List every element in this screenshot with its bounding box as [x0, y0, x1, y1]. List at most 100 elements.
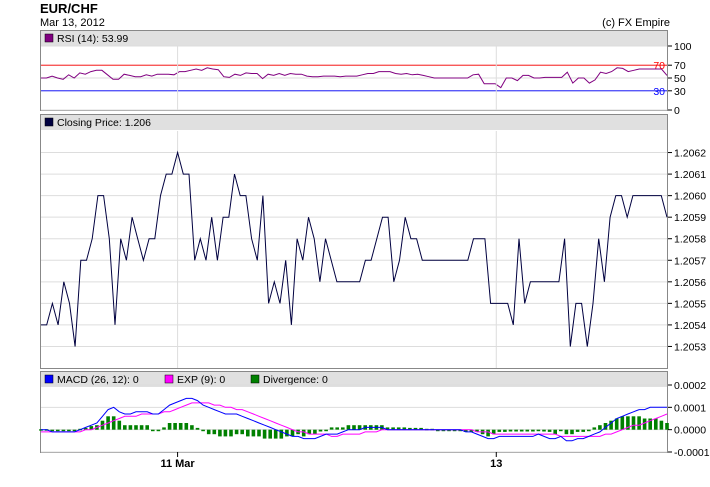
price-legend-swatch: [44, 117, 54, 127]
divergence-bar: [575, 429, 580, 432]
divergence-bar: [56, 429, 60, 432]
rsi-tick-label: 100: [674, 41, 692, 53]
divergence-bar: [631, 416, 636, 430]
divergence-bar: [173, 423, 177, 430]
divergence-bar: [352, 425, 356, 430]
divergence-bar: [190, 425, 194, 430]
divergence-bar: [111, 416, 116, 430]
divergence-bar: [654, 418, 658, 430]
price-tick-label: 1.2059: [674, 212, 706, 224]
divergence-bar: [145, 425, 149, 430]
divergence-bar: [240, 429, 244, 435]
divergence-bar: [285, 429, 289, 437]
divergence-bar: [642, 418, 647, 430]
price-tick-label: 1.2060: [674, 191, 706, 203]
divergence-bar: [178, 423, 183, 430]
exp-legend-label: EXP (9): 0: [177, 374, 225, 386]
divergence-bar: [313, 429, 317, 435]
price-tick-label: 1.2057: [674, 255, 706, 267]
divergence-bar: [273, 429, 278, 439]
rsi-panel-header: [41, 31, 667, 46]
macd-tick-label: 0.0002: [674, 380, 706, 392]
x-tick-label: 13: [490, 458, 502, 470]
price-tick-label: 1.2062: [674, 148, 706, 160]
divergence-bar: [486, 429, 490, 437]
divergence-bar: [262, 429, 267, 439]
divergence-bar: [542, 429, 546, 432]
divergence-legend-swatch: [250, 374, 260, 384]
divergence-bar: [592, 427, 597, 430]
rsi-tick-label: 50: [674, 73, 686, 85]
divergence-bar: [346, 425, 351, 430]
divergence-bar: [519, 429, 524, 432]
price-tick-label: 1.2054: [674, 320, 706, 332]
macd-legend-swatch: [44, 374, 54, 384]
rsi-tick-label: 0: [674, 105, 680, 117]
divergence-bar: [67, 429, 71, 432]
divergence-bar: [553, 429, 557, 435]
divergence-bar: [218, 429, 222, 437]
divergence-bar: [246, 429, 250, 437]
divergence-bar: [206, 429, 211, 435]
divergence-bar: [341, 427, 345, 430]
macd-legend-label: MACD (26, 12): 0: [57, 374, 139, 386]
divergence-bar: [329, 427, 334, 430]
price-tick-label: 1.2058: [674, 234, 706, 246]
divergence-bar: [514, 429, 518, 432]
divergence-bar: [156, 429, 161, 432]
price-tick-label: 1.2055: [674, 298, 706, 310]
divergence-bar: [598, 425, 602, 430]
divergence-bar: [335, 427, 339, 430]
rsi-tick-label: 30: [674, 86, 686, 98]
divergence-bar: [665, 423, 669, 430]
rsi-tick-label: 70: [674, 60, 686, 72]
divergence-bar: [637, 416, 641, 430]
divergence-bar: [167, 423, 172, 430]
divergence-bar: [251, 429, 256, 437]
macd-panel: MACD (26, 12): 0 EXP (9): 0 Divergence: …: [39, 371, 710, 459]
divergence-bar: [268, 429, 272, 439]
macd-tick-label: 0.0001: [674, 402, 706, 414]
macd-tick-label: -0.0001: [674, 447, 710, 459]
divergence-bar: [614, 418, 619, 430]
divergence-bar: [229, 429, 233, 437]
divergence-bar: [503, 429, 507, 432]
divergence-bar: [564, 429, 569, 435]
divergence-bar: [497, 429, 502, 432]
divergence-bar: [195, 427, 200, 430]
divergence-bar: [536, 429, 541, 432]
divergence-bar: [123, 425, 127, 430]
divergence-bar: [508, 429, 513, 432]
divergence-bar: [620, 416, 625, 430]
divergence-bar: [547, 429, 552, 432]
rsi-legend-swatch: [44, 33, 54, 43]
divergence-bar: [162, 427, 166, 430]
divergence-bar: [257, 429, 261, 437]
divergence-bar: [61, 429, 66, 432]
divergence-bar: [659, 420, 664, 430]
divergence-bar: [223, 429, 228, 437]
divergence-bar: [234, 429, 239, 435]
divergence-bar: [324, 429, 328, 432]
divergence-bar: [559, 429, 563, 432]
divergence-legend-label: Divergence: 0: [263, 374, 328, 386]
divergence-bar: [117, 420, 122, 430]
divergence-bar: [151, 429, 155, 432]
divergence-bar: [134, 425, 138, 430]
rsi-panel: RSI (14): 53.99 7030 0305070100: [40, 30, 692, 117]
exp-legend-swatch: [164, 374, 174, 384]
divergence-bar: [212, 429, 217, 435]
rsi-level-30-label: 30: [653, 86, 665, 98]
divergence-bar: [531, 429, 535, 432]
divergence-bar: [318, 429, 323, 432]
divergence-bar: [201, 429, 205, 432]
price-legend-label: Closing Price: 1.206: [57, 117, 151, 129]
divergence-bar: [128, 425, 133, 430]
divergence-bar: [581, 429, 585, 432]
price-tick-label: 1.2056: [674, 277, 706, 289]
rsi-legend-label: RSI (14): 53.99: [57, 33, 128, 45]
stock-chart: RSI (14): 53.99 7030 0305070100 Closing …: [39, 30, 710, 470]
divergence-bar: [525, 429, 530, 432]
macd-tick-label: 0.0000: [674, 425, 706, 437]
divergence-bar: [587, 429, 591, 432]
